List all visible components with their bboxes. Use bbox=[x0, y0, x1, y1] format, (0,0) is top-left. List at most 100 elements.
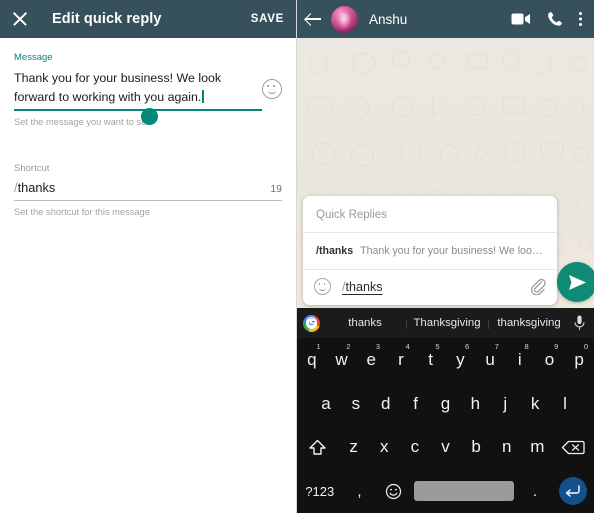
overflow-menu-icon[interactable] bbox=[578, 11, 583, 27]
key-label: t bbox=[428, 349, 434, 369]
send-button[interactable] bbox=[557, 262, 594, 302]
key-label: p bbox=[574, 349, 584, 369]
key-j[interactable]: j bbox=[490, 382, 520, 426]
quick-reply-form: Message Thank you for your business! We … bbox=[0, 38, 296, 217]
keyboard-row-4: ?123 , . bbox=[297, 469, 594, 513]
suggestion-bar: G thanks Thanksgiving thanksgiving bbox=[297, 308, 594, 338]
text-caret bbox=[202, 89, 204, 103]
key-number: 9 bbox=[554, 342, 559, 351]
microphone-icon[interactable] bbox=[570, 315, 588, 331]
key-label: y bbox=[456, 349, 465, 369]
quick-replies-popup: Quick Replies /thanks Thank you for your… bbox=[303, 196, 557, 305]
shortcut-input-row[interactable]: /thanks 19 bbox=[14, 180, 282, 200]
app-root: Edit quick reply SAVE Message Thank you … bbox=[0, 0, 594, 513]
message-field-label: Message bbox=[14, 52, 53, 63]
key-a[interactable]: a bbox=[311, 382, 341, 426]
chat-input-row: /thanks bbox=[303, 270, 557, 305]
period-key[interactable]: . bbox=[518, 469, 552, 513]
key-n[interactable]: n bbox=[491, 426, 522, 470]
key-number: 3 bbox=[375, 342, 381, 351]
emoji-key-icon[interactable] bbox=[376, 469, 410, 513]
enter-key[interactable] bbox=[552, 469, 594, 513]
key-e[interactable]: e3 bbox=[356, 338, 386, 382]
quick-reply-shortcut: /thanks bbox=[316, 245, 354, 257]
list-item[interactable]: /thanks Thank you for your business! We … bbox=[303, 233, 557, 270]
key-p[interactable]: p0 bbox=[564, 338, 594, 382]
google-logo-icon[interactable]: G bbox=[303, 314, 320, 332]
key-label: i bbox=[517, 349, 522, 369]
key-number: 7 bbox=[494, 342, 499, 351]
key-w[interactable]: w2 bbox=[327, 338, 357, 382]
key-number: 1 bbox=[316, 342, 321, 351]
key-d[interactable]: d bbox=[371, 382, 401, 426]
space-key[interactable] bbox=[410, 469, 518, 513]
edit-quick-reply-header: Edit quick reply SAVE bbox=[0, 0, 296, 38]
key-number: 4 bbox=[405, 342, 410, 351]
page-title: Edit quick reply bbox=[52, 11, 162, 27]
key-label: r bbox=[398, 349, 404, 369]
key-f[interactable]: f bbox=[401, 382, 431, 426]
phone-call-icon[interactable] bbox=[547, 11, 563, 27]
key-h[interactable]: h bbox=[460, 382, 490, 426]
keyboard-row-3: z x c v b n m bbox=[297, 426, 594, 470]
symbols-key[interactable]: ?123 bbox=[297, 469, 343, 513]
keyboard-row-2: a s d f g h j k l bbox=[297, 382, 594, 426]
key-label: u bbox=[485, 349, 495, 369]
message-underline bbox=[14, 109, 262, 112]
suggestion-2[interactable]: thanksgiving bbox=[488, 317, 570, 329]
shortcut-input-value: thanks bbox=[17, 180, 56, 196]
key-l[interactable]: l bbox=[550, 382, 580, 426]
key-label: e bbox=[366, 349, 376, 369]
key-i[interactable]: i8 bbox=[505, 338, 535, 382]
message-input[interactable]: Thank you for your business! We look for… bbox=[14, 69, 250, 109]
key-g[interactable]: g bbox=[431, 382, 461, 426]
key-v[interactable]: v bbox=[430, 426, 461, 470]
enter-key-icon bbox=[558, 477, 587, 506]
google-logo-letter: G bbox=[305, 317, 318, 329]
message-input-value: Thank you for your business! We look for… bbox=[14, 71, 222, 104]
back-arrow-icon[interactable] bbox=[305, 10, 323, 28]
backspace-key-icon[interactable] bbox=[553, 426, 594, 470]
key-q[interactable]: q1 bbox=[297, 338, 327, 382]
key-number: 0 bbox=[583, 342, 589, 351]
shortcut-helper-text: Set the shortcut for this message bbox=[14, 207, 150, 218]
suggestion-1[interactable]: Thanksgiving bbox=[406, 317, 488, 329]
key-label: o bbox=[544, 349, 555, 369]
comma-key[interactable]: , bbox=[343, 469, 377, 513]
key-c[interactable]: c bbox=[400, 426, 431, 470]
close-icon[interactable] bbox=[10, 9, 30, 29]
key-o[interactable]: o9 bbox=[535, 338, 565, 382]
chat-message-input[interactable]: /thanks bbox=[342, 280, 383, 294]
shortcut-field-label: Shortcut bbox=[14, 163, 50, 175]
chat-input-value: thanks bbox=[345, 279, 383, 294]
key-u[interactable]: u7 bbox=[475, 338, 505, 382]
key-b[interactable]: b bbox=[461, 426, 492, 470]
suggestion-0[interactable]: thanks bbox=[324, 317, 406, 329]
chat-header: Anshu bbox=[297, 0, 594, 38]
key-r[interactable]: r4 bbox=[386, 338, 416, 382]
key-number: 8 bbox=[524, 342, 529, 351]
key-k[interactable]: k bbox=[520, 382, 550, 426]
video-call-icon[interactable] bbox=[511, 12, 531, 26]
message-input-row: Thank you for your business! We look for… bbox=[14, 69, 282, 109]
key-z[interactable]: z bbox=[338, 426, 369, 470]
key-y[interactable]: y6 bbox=[446, 338, 476, 382]
save-button[interactable]: SAVE bbox=[251, 13, 286, 25]
text-selection-handle[interactable] bbox=[141, 108, 158, 125]
shift-key-icon[interactable] bbox=[297, 426, 338, 470]
paperclip-icon[interactable] bbox=[529, 278, 546, 295]
avatar[interactable] bbox=[331, 5, 358, 33]
space-bar bbox=[414, 481, 514, 502]
shortcut-input[interactable]: /thanks bbox=[14, 180, 55, 200]
key-m[interactable]: m bbox=[522, 426, 553, 470]
key-t[interactable]: t5 bbox=[416, 338, 446, 382]
shortcut-char-count: 19 bbox=[270, 183, 282, 196]
on-screen-keyboard: G thanks Thanksgiving thanksgiving q1 w2… bbox=[297, 308, 594, 513]
key-s[interactable]: s bbox=[341, 382, 371, 426]
edit-quick-reply-pane: Edit quick reply SAVE Message Thank you … bbox=[0, 0, 297, 513]
emoji-smiley-icon[interactable] bbox=[262, 79, 282, 99]
key-x[interactable]: x bbox=[369, 426, 400, 470]
emoji-smiley-icon[interactable] bbox=[314, 278, 331, 295]
key-number: 5 bbox=[435, 342, 440, 351]
key-label: q bbox=[307, 349, 317, 369]
